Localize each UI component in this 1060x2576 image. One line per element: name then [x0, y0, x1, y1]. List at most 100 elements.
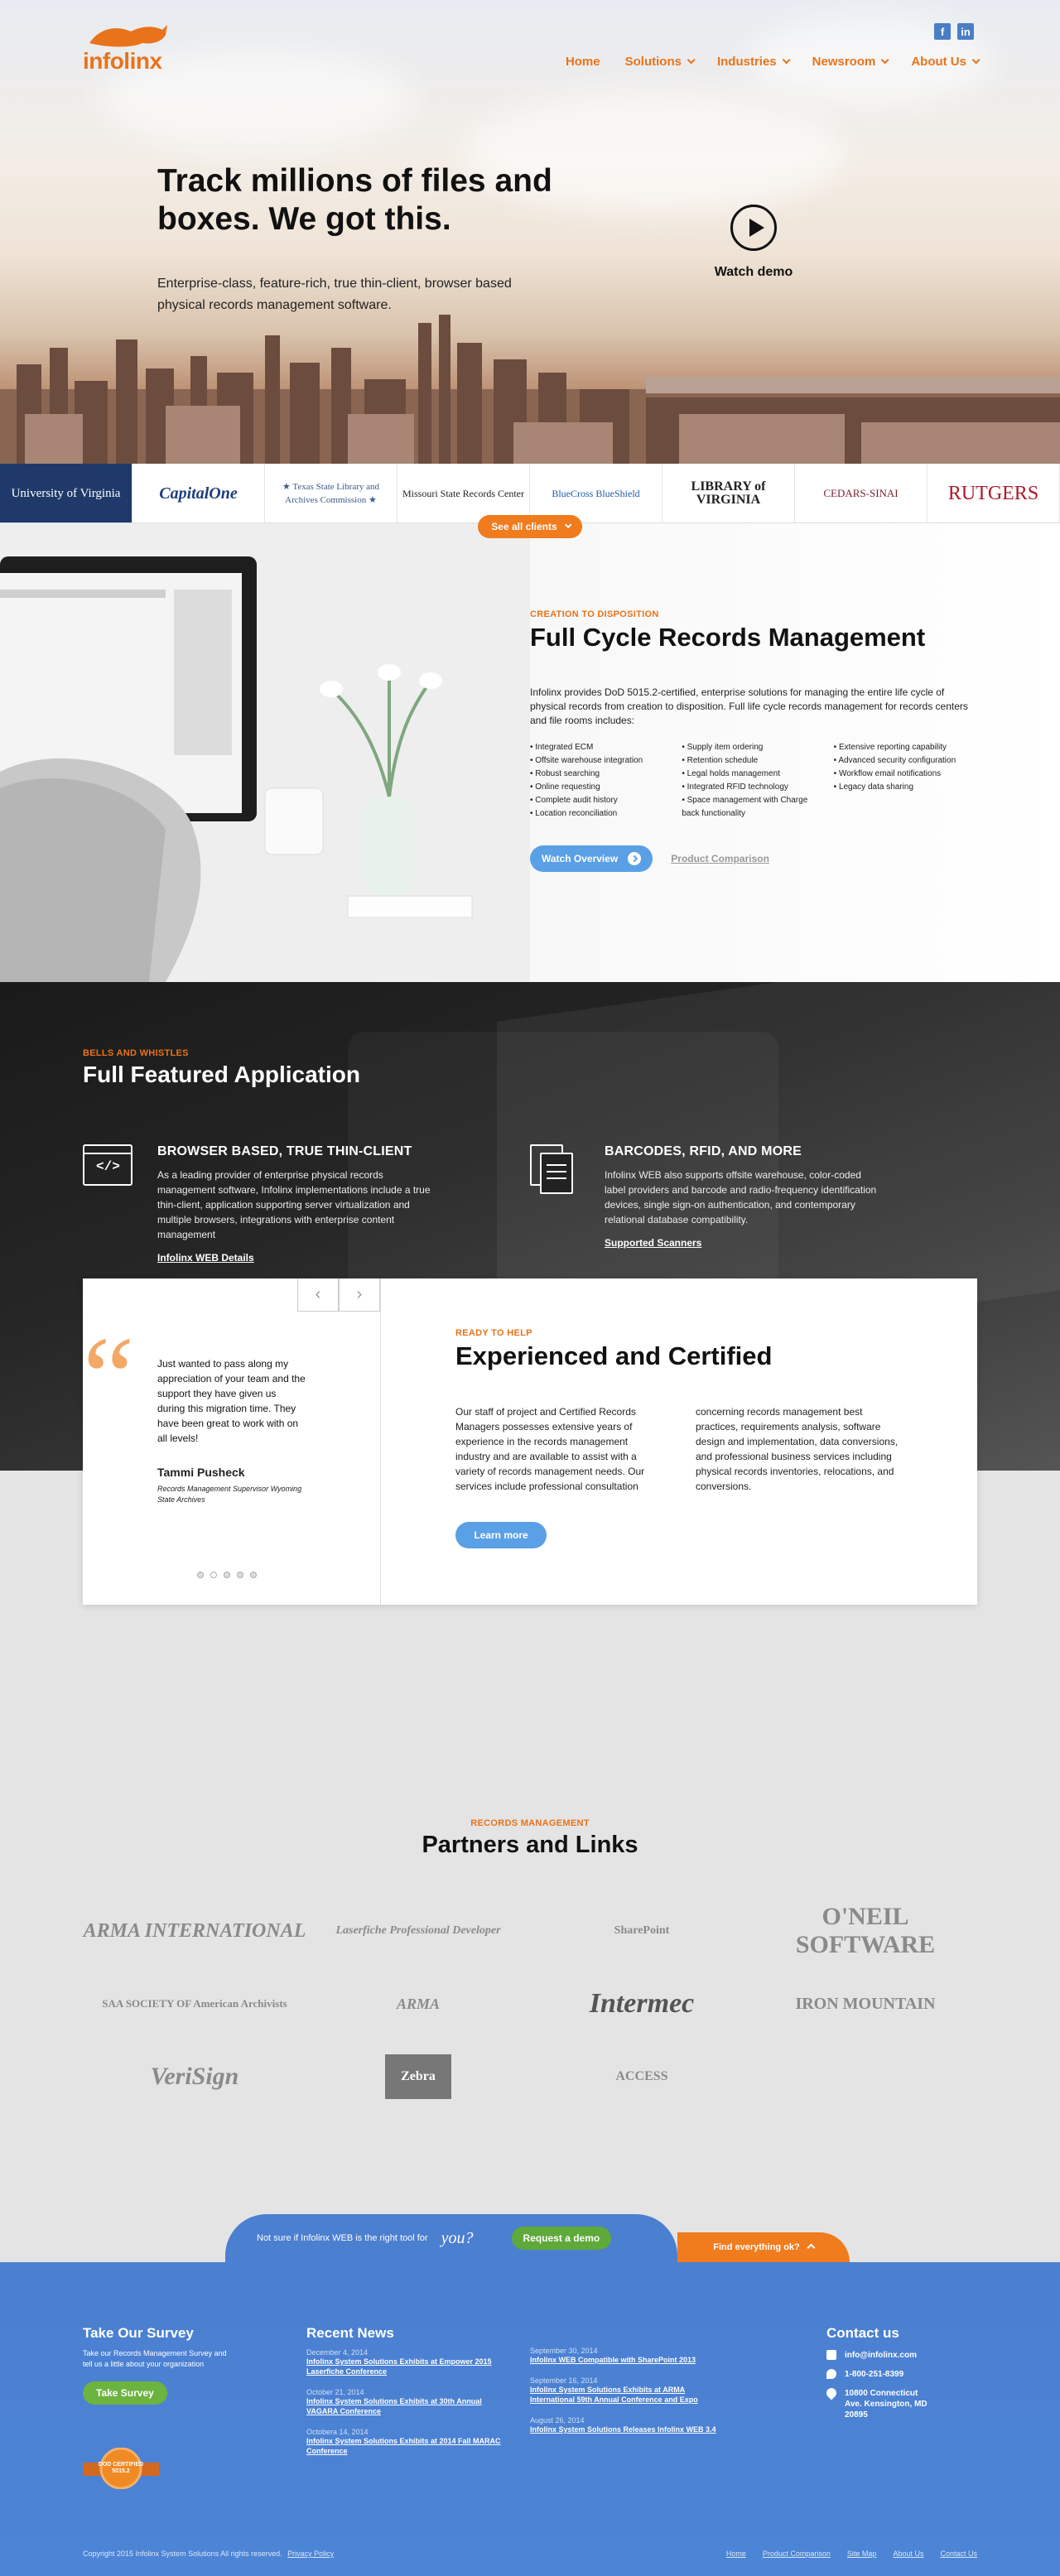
news-item: September 16, 2014 Infolinx System Solut… — [530, 2376, 729, 2405]
slider-dot[interactable] — [237, 1572, 243, 1578]
feature-column: Supply item ordering Retention schedule … — [682, 741, 825, 821]
news-column: Recent News December 4, 2014 Infolinx Sy… — [306, 2325, 505, 2468]
partner-logo[interactable]: IRON MOUNTAIN — [754, 1981, 977, 2026]
partner-logo[interactable]: VeriSign — [83, 2054, 306, 2099]
partner-logo[interactable]: Zebra — [385, 2054, 451, 2099]
facebook-icon[interactable]: f — [934, 23, 951, 40]
chevron-down-icon — [687, 55, 696, 65]
main-nav: Home Solutions Industries Newsroom About… — [566, 55, 980, 69]
demo-prompt: Not sure if Infolinx WEB is the right to… — [225, 2214, 677, 2262]
see-all-clients-button[interactable]: See all clients — [478, 515, 582, 538]
nav-solutions[interactable]: Solutions — [625, 55, 696, 69]
contact-phone[interactable]: 1-800-251-8399 — [826, 2369, 936, 2380]
list-item: Legacy data sharing — [834, 781, 977, 794]
news-link[interactable]: Infolinx System Solutions Exhibits at Em… — [306, 2357, 505, 2376]
take-survey-button[interactable]: Take Survey — [83, 2381, 167, 2405]
full-cycle-section: CREATION TO DISPOSITION Full Cycle Recor… — [0, 523, 1060, 982]
certified-section: ‹ › “ Just wanted to pass along my appre… — [0, 1278, 1060, 1818]
survey-text: Take our Records Management Survey and t… — [83, 2349, 227, 2368]
product-comparison-link[interactable]: Product Comparison — [671, 853, 769, 864]
demo-prompt-text: Not sure if Infolinx WEB is the right to… — [257, 2233, 428, 2243]
feature-description: As a leading provider of enterprise phys… — [157, 1169, 431, 1240]
news-link[interactable]: Infolinx System Solutions Releases Infol… — [530, 2424, 729, 2434]
footer-link-product-comparison[interactable]: Product Comparison — [763, 2550, 831, 2558]
code-window-icon: </> — [83, 1144, 132, 1186]
privacy-policy-link[interactable]: Privacy Policy — [287, 2550, 334, 2558]
testimonial-slider: ‹ › “ Just wanted to pass along my appre… — [83, 1278, 381, 1605]
chevron-down-icon — [564, 521, 572, 529]
partner-logo[interactable]: ARMA — [306, 1981, 530, 2026]
section-title: Partners and Links — [422, 1832, 638, 1858]
list-item: Retention schedule — [682, 754, 825, 768]
testimonial-quote: Just wanted to pass along my appreciatio… — [157, 1358, 306, 1444]
logo-wordmark: infolinx — [83, 48, 162, 74]
chevron-left-icon[interactable]: ‹ — [297, 1278, 339, 1312]
contact-email-text: info@infolinx.com — [845, 2351, 917, 2360]
feature-body: BROWSER BASED, TRUE THIN-CLIENT As a lea… — [157, 1144, 431, 1265]
nav-about-us[interactable]: About Us — [911, 55, 980, 69]
watch-demo-link[interactable]: Watch demo — [696, 265, 812, 280]
client-logo: CapitalOne — [132, 464, 265, 522]
slider-dot[interactable] — [224, 1572, 230, 1578]
nav-label: Industries — [716, 55, 777, 69]
section-title: Full Cycle Records Management — [530, 623, 926, 652]
partner-logo[interactable]: Intermec — [530, 1981, 754, 2026]
footer-link-about-us[interactable]: About Us — [893, 2550, 923, 2558]
watch-overview-button[interactable]: Watch Overview — [530, 845, 653, 872]
chevron-up-icon — [807, 2243, 816, 2251]
news-link[interactable]: Infolinx System Solutions Exhibits at 20… — [306, 2436, 505, 2456]
survey-title: Take Our Survey — [83, 2325, 194, 2341]
section-eyebrow: RECORDS MANAGEMENT — [470, 1818, 590, 1828]
client-logo: ★ Texas State Library and Archives Commi… — [265, 464, 398, 522]
footer-link-site-map[interactable]: Site Map — [847, 2550, 877, 2558]
fox-icon — [89, 25, 167, 47]
learn-more-button[interactable]: Learn more — [455, 1522, 547, 1548]
certified-text: Our staff of project and Certified Recor… — [455, 1404, 903, 1494]
chevron-right-icon[interactable]: › — [339, 1278, 380, 1312]
dod-certified-badge: DOD CERTIFIED 5015.2 — [83, 2447, 159, 2490]
partner-logo[interactable]: O'NEIL SOFTWARE — [754, 1903, 977, 1958]
supported-scanners-link[interactable]: Supported Scanners — [605, 1237, 701, 1249]
site-header: infolinx f in Home Solutions Industries … — [0, 0, 1060, 91]
infolinx-web-details-link[interactable]: Infolinx WEB Details — [157, 1252, 254, 1264]
find-everything-label: Find everything ok? — [713, 2242, 800, 2252]
partner-logo[interactable]: Laserfiche Professional Developer — [306, 1909, 530, 1953]
client-logo: BlueCross BlueShield — [530, 464, 662, 522]
slider-dot-active[interactable] — [210, 1572, 217, 1578]
certified-card: ‹ › “ Just wanted to pass along my appre… — [83, 1278, 977, 1605]
client-logo: Missouri State Records Center — [398, 464, 530, 522]
news-link[interactable]: Infolinx System Solutions Exhibits at AR… — [530, 2385, 729, 2405]
slider-dot[interactable] — [250, 1572, 257, 1578]
slider-dot[interactable] — [197, 1572, 204, 1578]
list-item: Space management with Charge back functi… — [682, 794, 825, 821]
news-link[interactable]: Infolinx System Solutions Exhibits at 30… — [306, 2396, 505, 2416]
partner-logo[interactable]: SAA SOCIETY OF American Archivists — [83, 1981, 306, 2026]
client-logo: CEDARS-SINAI — [795, 464, 928, 522]
contact-email[interactable]: info@infolinx.com — [826, 2350, 936, 2361]
survey-column: Take Our Survey Take our Records Managem… — [83, 2325, 232, 2490]
partner-logo[interactable]: ARMA INTERNATIONAL — [83, 1909, 306, 1953]
news-link[interactable]: Infolinx WEB Compatible with SharePoint … — [530, 2355, 729, 2365]
play-icon[interactable] — [730, 205, 777, 251]
nav-newsroom[interactable]: Newsroom — [812, 55, 889, 69]
footer-link-contact-us[interactable]: Contact Us — [940, 2550, 977, 2558]
demo-prompt-you: you? — [441, 2228, 474, 2247]
nav-industries[interactable]: Industries — [716, 55, 791, 69]
news-title: Recent News — [306, 2325, 394, 2341]
full-cycle-content: CREATION TO DISPOSITION Full Cycle Recor… — [530, 609, 977, 872]
linkedin-icon[interactable]: in — [957, 23, 974, 40]
hero-section: infolinx f in Home Solutions Industries … — [0, 0, 1060, 464]
list-item: Online requesting — [530, 781, 673, 794]
certified-column: Our staff of project and Certified Recor… — [455, 1406, 645, 1492]
infolinx-logo[interactable]: infolinx — [83, 22, 174, 75]
find-everything-button[interactable]: Find everything ok? — [677, 2232, 850, 2262]
list-item: Robust searching — [530, 768, 673, 781]
section-eyebrow: READY TO HELP — [455, 1328, 532, 1338]
request-demo-button[interactable]: Request a demo — [511, 2227, 612, 2250]
nav-home[interactable]: Home — [566, 55, 600, 69]
partner-logo[interactable]: ACCESS — [530, 2054, 754, 2099]
partner-logo[interactable]: SharePoint — [530, 1909, 754, 1953]
feature-title: BROWSER BASED, TRUE THIN-CLIENT — [157, 1144, 412, 1158]
partners-heading: RECORDS MANAGEMENT Partners and Links — [0, 1818, 1060, 1859]
footer-link-home[interactable]: Home — [726, 2550, 746, 2558]
